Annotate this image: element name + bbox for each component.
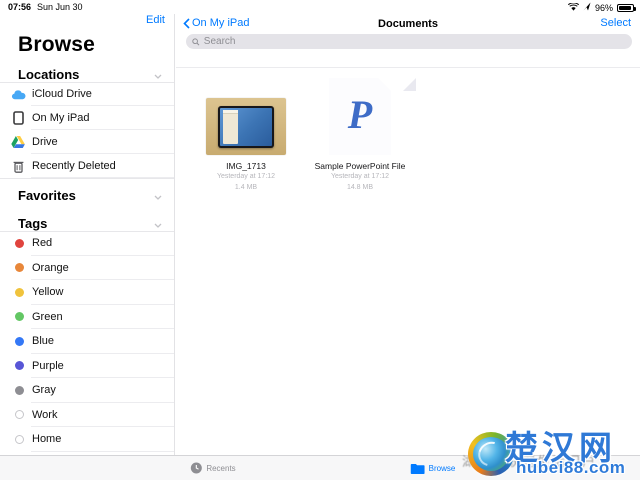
tag-color-dot	[14, 385, 24, 395]
select-button[interactable]: Select	[600, 17, 631, 29]
tag-color-dot	[14, 434, 24, 444]
clock-icon	[190, 462, 202, 474]
sidebar: Edit Browse Locations iCloud Drive On My…	[0, 14, 175, 455]
chevron-down-icon[interactable]	[154, 67, 162, 82]
status-time: 07:56	[8, 2, 32, 12]
edit-button[interactable]: Edit	[146, 14, 165, 26]
sidebar-item-label: Red	[32, 237, 53, 250]
section-label: Locations	[18, 66, 80, 82]
sidebar-item-icloud-drive[interactable]: iCloud Drive	[0, 82, 174, 106]
tab-label: Browse	[428, 463, 456, 473]
file-size: 1.4 MB	[234, 183, 258, 191]
image-thumbnail	[206, 98, 286, 155]
sidebar-item-tag-yellow[interactable]: Yellow	[0, 280, 174, 305]
chevron-down-icon[interactable]	[154, 188, 162, 203]
sidebar-item-label: Orange	[32, 261, 69, 274]
google-drive-icon	[10, 136, 26, 148]
sidebar-item-label: Gray	[32, 384, 56, 397]
tag-color-dot	[14, 238, 24, 248]
document-icon: P	[329, 78, 391, 155]
tab-browse[interactable]: Browse	[410, 456, 456, 480]
files-grid: IMG_1713 Yesterday at 17:12 1.4 MB P Sam…	[196, 78, 416, 193]
sidebar-item-label: Yellow	[32, 286, 64, 299]
file-name: IMG_1713	[226, 161, 266, 171]
main-header: On My iPad Documents Select	[176, 14, 640, 68]
file-modified: Yesterday at 17:12	[216, 173, 276, 180]
chevron-down-icon[interactable]	[154, 216, 162, 231]
page-fold-corner	[403, 78, 416, 91]
tag-color-dot	[14, 410, 24, 420]
sidebar-title: Browse	[18, 33, 96, 56]
tag-color-dot	[14, 312, 24, 322]
sidebar-item-tag-green[interactable]: Green	[0, 305, 174, 330]
tag-color-dot	[14, 263, 24, 273]
file-size: 14.8 MB	[346, 183, 374, 191]
sidebar-item-label: Work	[32, 408, 58, 421]
tab-recents[interactable]: Recents	[190, 456, 236, 480]
sidebar-item-tag-blue[interactable]: Blue	[0, 329, 174, 354]
tag-color-dot	[14, 336, 24, 346]
sidebar-item-label: Purple	[32, 359, 64, 372]
trash-icon	[10, 160, 26, 173]
sidebar-item-tag-home[interactable]: Home	[0, 427, 174, 452]
sidebar-item-label: On My iPad	[32, 112, 90, 124]
sidebar-item-drive[interactable]: Drive	[0, 130, 174, 154]
folder-icon	[410, 463, 425, 474]
sidebar-item-tag-orange[interactable]: Orange	[0, 256, 174, 281]
sidebar-item-label: Drive	[32, 136, 58, 148]
search-input[interactable]	[203, 36, 626, 47]
location-arrow-icon	[583, 2, 591, 13]
tag-color-dot	[14, 361, 24, 371]
sidebar-item-label: iCloud Drive	[32, 88, 92, 100]
sidebar-item-recently-deleted[interactable]: Recently Deleted	[0, 154, 174, 178]
tab-bar: Recents Browse	[0, 455, 640, 480]
section-header-tags[interactable]: Tags	[0, 215, 174, 231]
icloud-drive-icon	[10, 89, 26, 100]
sidebar-item-label: Blue	[32, 335, 55, 348]
sidebar-item-tag-purple[interactable]: Purple	[0, 354, 174, 379]
divider	[0, 178, 174, 179]
file-name: Sample PowerPoint File	[314, 161, 406, 171]
sidebar-item-tag-gray[interactable]: Gray	[0, 378, 174, 403]
file-item-img-1713[interactable]: IMG_1713 Yesterday at 17:12 1.4 MB	[196, 78, 296, 193]
file-item-sample-powerpoint[interactable]: P Sample PowerPoint File Yesterday at 17…	[304, 78, 416, 193]
sidebar-item-tag-red[interactable]: Red	[0, 231, 174, 256]
files-app-screen: 07:56 Sun Jun 30 96% Edit Browse Locatio…	[0, 0, 640, 480]
search-bar[interactable]	[186, 34, 632, 49]
battery-percent: 96%	[594, 2, 613, 13]
status-bar: 07:56 Sun Jun 30 96%	[0, 0, 640, 14]
wifi-icon	[567, 1, 579, 13]
status-date: Sun Jun 30	[37, 2, 83, 12]
main-content: On My iPad Documents Select IMG_1713 Yes…	[176, 14, 640, 455]
file-modified: Yesterday at 17:12	[330, 173, 390, 180]
section-header-favorites[interactable]: Favorites	[0, 187, 174, 203]
sidebar-item-label: Recently Deleted	[32, 160, 116, 172]
page-title: Documents	[378, 18, 438, 30]
section-label: Favorites	[18, 187, 76, 203]
section-label: Tags	[18, 215, 48, 231]
section-header-locations[interactable]: Locations	[0, 66, 174, 82]
tag-color-dot	[14, 287, 24, 297]
search-icon	[192, 37, 200, 45]
sidebar-item-on-my-ipad[interactable]: On My iPad	[0, 106, 174, 130]
tab-label: Recents	[206, 463, 236, 473]
sidebar-item-tag-work[interactable]: Work	[0, 403, 174, 428]
sidebar-item-label: Green	[32, 310, 63, 323]
battery-icon	[617, 3, 636, 12]
powerpoint-glyph: P	[347, 92, 373, 137]
sidebar-item-label: Home	[32, 433, 62, 446]
ipad-icon	[10, 111, 26, 125]
